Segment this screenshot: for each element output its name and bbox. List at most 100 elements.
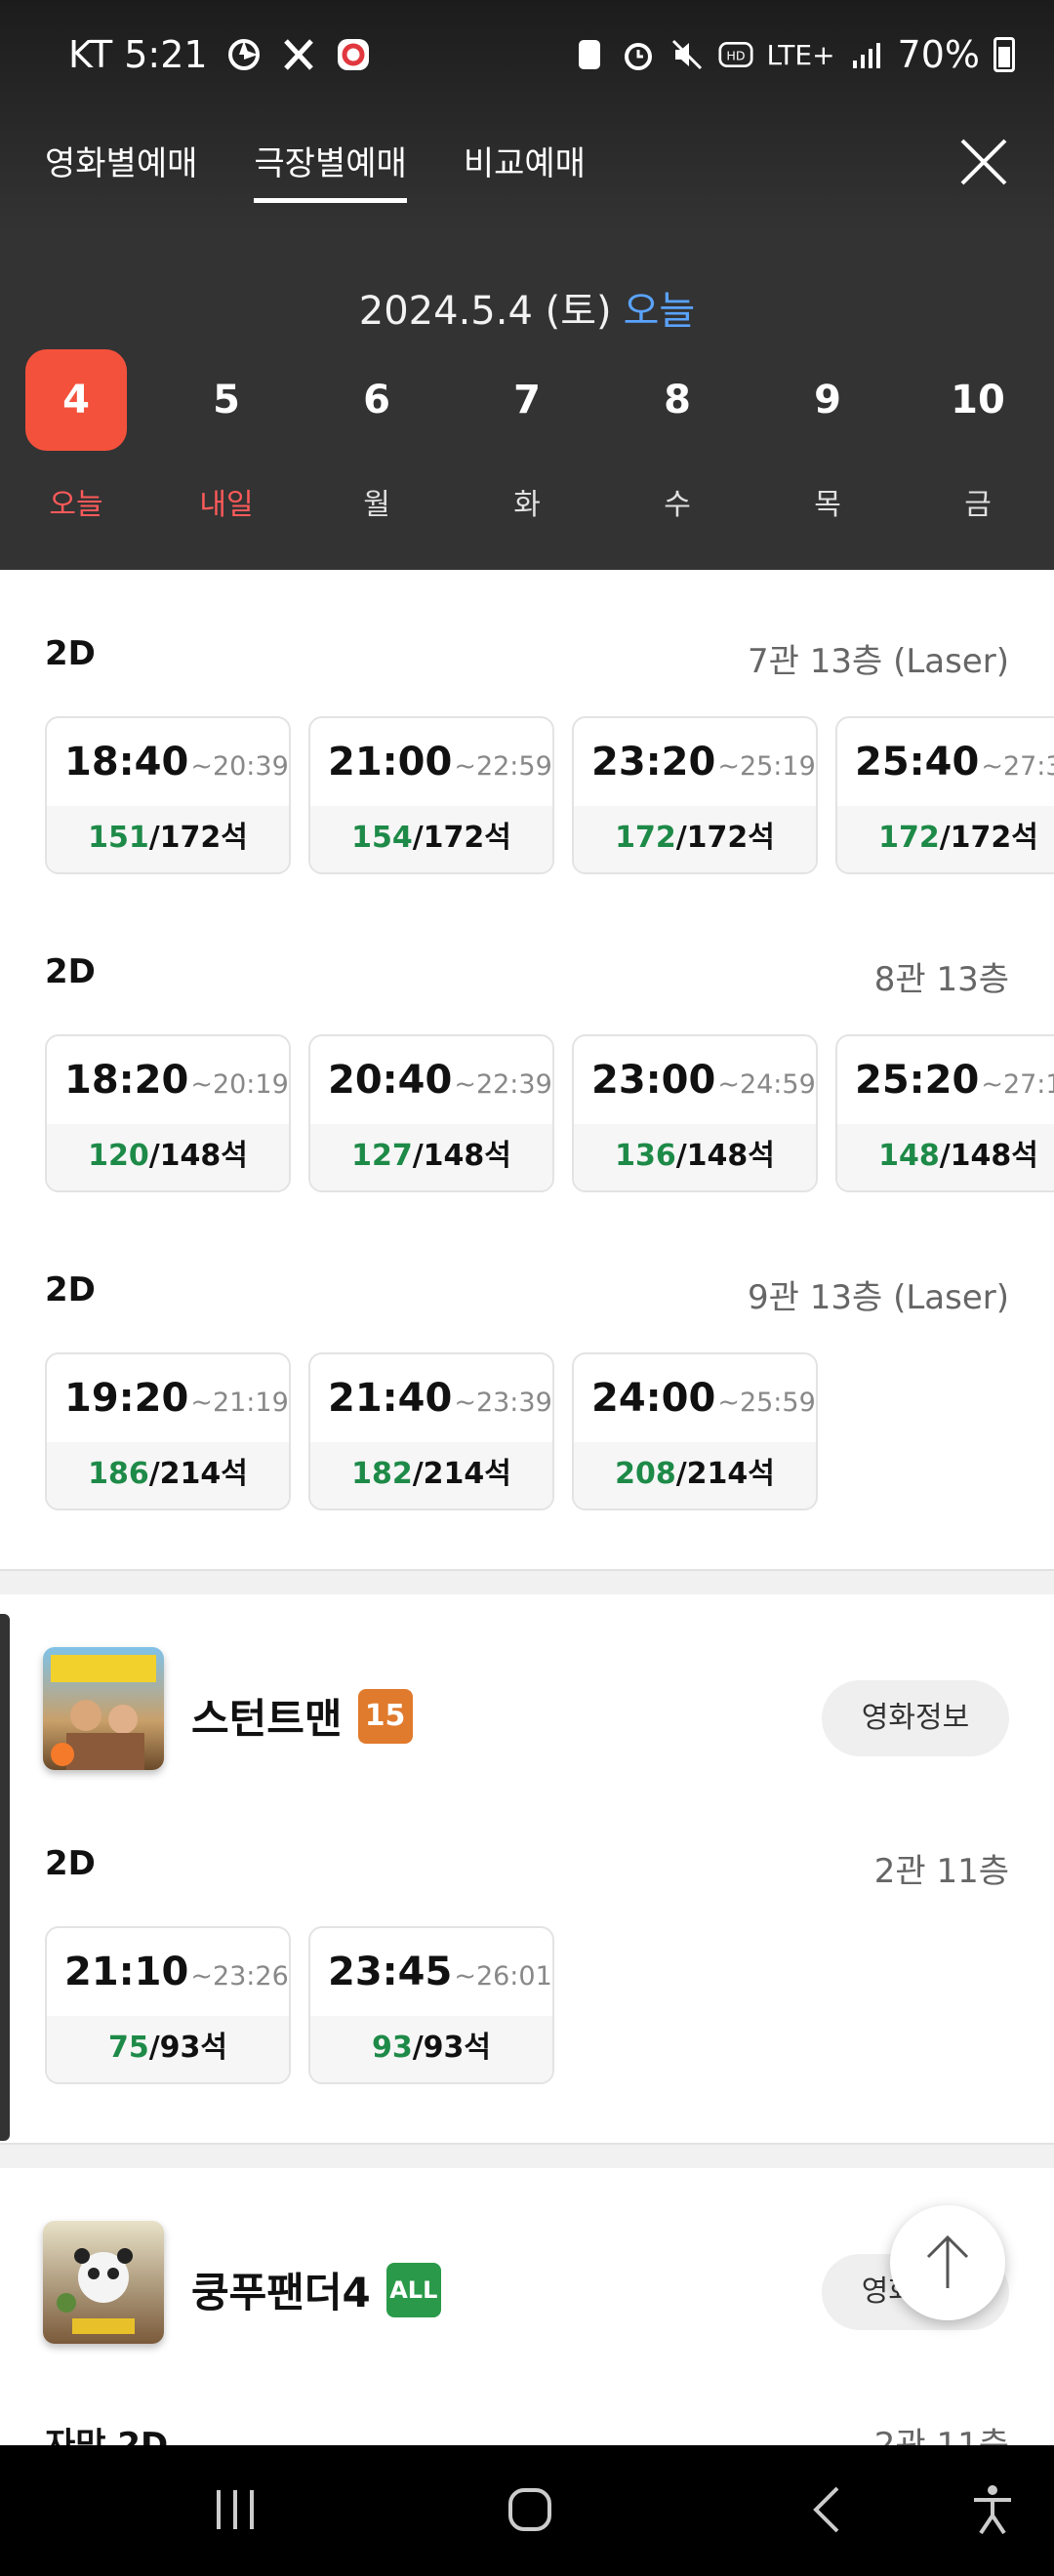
showtime-card[interactable]: 18:40 ~20:39 151/172석 — [45, 716, 291, 874]
section-divider — [0, 1569, 1054, 1594]
movie-title[interactable]: 쿵푸팬더4 ALL — [191, 2260, 441, 2319]
seats-total: /214석 — [675, 1457, 775, 1491]
selected-date: 2024.5.4 (토) 오늘 — [0, 279, 1054, 336]
end-time: ~25:59 — [717, 1388, 816, 1418]
accessibility-icon[interactable] — [958, 2480, 1027, 2539]
x-app-icon — [280, 36, 317, 73]
showtime-card[interactable]: 21:00 ~22:59 154/172석 — [308, 716, 554, 874]
seats-total: /172석 — [148, 821, 248, 855]
hd-voice-icon: HD — [717, 37, 753, 72]
showtime-card[interactable]: 25:40~27:39 172/172석 — [835, 716, 1054, 874]
seats-total: /93석 — [412, 2031, 492, 2065]
seats-available: 93 — [371, 2031, 413, 2065]
tab-by-theater[interactable]: 극장별예매 — [254, 137, 407, 203]
day-number: 7 — [513, 378, 541, 423]
movie-poster[interactable] — [43, 2221, 164, 2344]
seats-available: 120 — [88, 1139, 149, 1173]
day-6[interactable]: 6 월 — [326, 349, 427, 523]
scroll-to-top-button[interactable] — [890, 2205, 1005, 2320]
seats-total: /172석 — [675, 821, 775, 855]
day-number: 10 — [951, 378, 1005, 423]
end-time: ~26:01 — [454, 1961, 552, 1992]
showtime-card[interactable]: 23:45 ~26:01 93/93석 — [308, 1926, 554, 2084]
showtime-card[interactable]: 18:20 ~20:19 120/148석 — [45, 1034, 291, 1192]
system-nav-bar — [0, 2445, 1054, 2576]
network-type: LTE+ — [766, 38, 835, 71]
start-time: 25:40 — [855, 740, 980, 785]
showtime-group-8: 2D 8관 13층 18:20 ~20:19 120/148석 20:40 ~22:… — [0, 952, 1054, 1192]
showtime-card[interactable]: 24:00 ~25:59 208/214석 — [572, 1352, 818, 1510]
day-5[interactable]: 5 내일 — [176, 349, 277, 523]
hall-label: 9관 13층 (Laser) — [748, 1278, 1009, 1317]
day-label: 수 — [664, 488, 691, 522]
showtime-card[interactable]: 21:10 ~23:26 75/93석 — [45, 1926, 291, 2084]
tab-by-movie[interactable]: 영화별예매 — [45, 137, 197, 203]
booking-header: KT 5:21 HD LTE+ 70% 영화별예매 극장별예매 비교예매 202… — [0, 0, 1054, 570]
seats-total: /172석 — [939, 821, 1038, 855]
seats-available: 154 — [351, 821, 413, 855]
end-time: ~23:26 — [190, 1961, 289, 1992]
battery-saver-icon — [572, 37, 607, 72]
battery-icon — [993, 37, 1015, 72]
recent-apps-icon[interactable] — [201, 2480, 269, 2539]
format-label: 2D — [45, 1270, 96, 1309]
seats-available: 208 — [615, 1457, 676, 1491]
day-10[interactable]: 10 금 — [927, 349, 1029, 523]
app-notification-icon — [335, 36, 372, 73]
showtime-card[interactable]: 25:20~27:19 148/148석 — [835, 1034, 1054, 1192]
day-7[interactable]: 7 화 — [476, 349, 578, 523]
showtime-card[interactable]: 23:00 ~24:59 136/148석 — [572, 1034, 818, 1192]
format-label: 2D — [45, 952, 96, 991]
showtime-card[interactable]: 19:20 ~21:19 186/214석 — [45, 1352, 291, 1510]
seats-total: /214석 — [412, 1457, 511, 1491]
movie-title-text: 스턴트맨 — [191, 1695, 343, 1743]
back-icon[interactable] — [792, 2480, 861, 2539]
seats-total: /93석 — [148, 2031, 228, 2065]
seats-available: 186 — [88, 1457, 149, 1491]
showtime-group-9: 2D 9관 13층 (Laser) 19:20 ~21:19 186/214석 2… — [0, 1270, 1054, 1510]
end-time: ~27:39 — [981, 751, 1054, 782]
seats-total: /172석 — [412, 821, 511, 855]
age-rating-badge: 15 — [357, 1688, 413, 1744]
start-time: 21:10 — [64, 1950, 189, 1994]
alarm-icon — [621, 37, 656, 72]
day-number: 9 — [814, 378, 841, 423]
start-time: 23:20 — [591, 740, 716, 785]
start-time: 23:45 — [328, 1950, 453, 1994]
showtime-group-2: 2D 2관 11층 21:10 ~23:26 75/93석 23:45 ~26:01… — [0, 1844, 1054, 2084]
date-text: 2024.5.4 (토) — [358, 289, 612, 334]
showtime-card[interactable]: 20:40 ~22:39 127/148석 — [308, 1034, 554, 1192]
status-time: KT 5:21 — [68, 33, 208, 76]
seats-available: 182 — [351, 1457, 413, 1491]
showtime-card[interactable]: 21:40 ~23:39 182/214석 — [308, 1352, 554, 1510]
format-label: 2D — [45, 1844, 96, 1883]
seats-available: 75 — [107, 2031, 149, 2065]
seats-total: /148석 — [412, 1139, 511, 1173]
seats-available: 172 — [878, 821, 940, 855]
end-time: ~20:39 — [190, 751, 289, 782]
movie-title-text: 쿵푸팬더4 — [191, 2269, 371, 2316]
end-time: ~21:19 — [190, 1388, 289, 1418]
movie-poster[interactable] — [43, 1647, 164, 1770]
end-time: ~25:19 — [717, 751, 816, 782]
movie-info-button[interactable]: 영화정보 — [822, 1680, 1009, 1756]
tab-compare[interactable]: 비교예매 — [464, 137, 586, 203]
day-label: 월 — [363, 488, 390, 522]
day-number: 5 — [213, 378, 240, 423]
hall-label: 7관 13층 (Laser) — [748, 642, 1009, 681]
day-4[interactable]: 4 오늘 — [25, 349, 127, 523]
seats-total: /148석 — [675, 1139, 775, 1173]
day-8[interactable]: 8 수 — [627, 349, 728, 523]
close-icon[interactable] — [956, 135, 1011, 189]
day-9[interactable]: 9 목 — [777, 349, 878, 523]
showtime-card[interactable]: 23:20 ~25:19 172/172석 — [572, 716, 818, 874]
today-link[interactable]: 오늘 — [624, 289, 696, 334]
age-rating-badge: ALL — [385, 2262, 441, 2317]
seats-total: /148석 — [148, 1139, 248, 1173]
end-time: ~24:59 — [717, 1069, 816, 1100]
home-icon[interactable] — [496, 2480, 564, 2539]
movie-title[interactable]: 스턴트맨 15 — [191, 1686, 413, 1746]
day-number: 6 — [363, 378, 390, 423]
hall-label: 2관 11층 — [873, 1852, 1009, 1891]
end-time: ~22:39 — [454, 1069, 552, 1100]
